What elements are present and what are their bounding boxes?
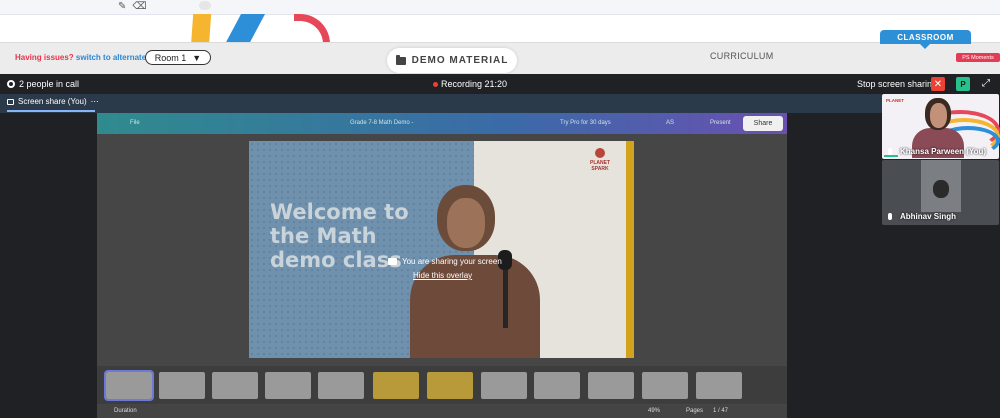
slide-thumbnail[interactable] <box>427 372 473 399</box>
slide-thumbnail[interactable] <box>373 372 419 399</box>
page-count: 1 / 47 <box>713 408 729 414</box>
demo-material-button[interactable]: DEMO MATERIAL <box>387 48 517 73</box>
screen-share-icon <box>388 258 397 265</box>
demo-material-label: DEMO MATERIAL <box>411 55 509 66</box>
canva-bottom-bar <box>97 405 787 418</box>
canva-share-button[interactable]: Share <box>743 116 783 131</box>
microphone-icon <box>888 148 892 155</box>
monitor-icon <box>7 98 14 105</box>
participant-name: Abhinav Singh <box>900 212 956 221</box>
slide-thumbnail[interactable] <box>696 372 742 399</box>
slide-thumbnail[interactable] <box>588 372 634 399</box>
slide-thumbnail[interactable] <box>481 372 527 399</box>
pages-button[interactable]: Pages <box>686 408 703 414</box>
room-select-value: Room 1 <box>154 52 187 63</box>
sharing-message-text: You are sharing your screen <box>402 257 502 266</box>
planet-logo-mark <box>595 148 605 158</box>
canva-avatars: AS <box>666 120 675 126</box>
screen-share-tabbar <box>0 94 882 113</box>
curriculum-tab[interactable]: CURRICULUM <box>710 51 774 61</box>
canva-try-pro[interactable]: Try Pro for 30 days <box>560 120 611 126</box>
canva-file-menu[interactable]: File <box>130 120 140 126</box>
sharing-overlay-message: You are sharing your screen <box>388 257 502 266</box>
canva-doc-title[interactable]: Grade 7-8 Math Demo - <box>350 120 413 126</box>
participant-video-head <box>933 180 949 198</box>
participant-name: Khansa Parween (You) <box>900 147 987 156</box>
logo-line-2: SPARK <box>591 166 609 172</box>
toggle-switch[interactable] <box>199 1 211 10</box>
expand-icon[interactable]: ⤢ <box>982 78 990 89</box>
record-dot-icon <box>433 81 438 87</box>
recording-label: Recording 21:20 <box>441 79 508 89</box>
zoom-level: 49% <box>648 408 661 414</box>
stop-sharing-button[interactable]: ✕ <box>931 77 945 91</box>
slide-thumbnail[interactable] <box>212 372 258 399</box>
duration-label[interactable]: Duration <box>114 408 137 414</box>
canva-present-button[interactable]: Present <box>710 120 731 126</box>
people-in-call[interactable]: 2 people in call <box>7 79 79 89</box>
slide-thumbnail[interactable] <box>534 372 580 399</box>
top-toolbar-strip <box>0 0 1000 15</box>
hide-overlay-link[interactable]: Hide this overlay <box>413 271 472 280</box>
stop-screen-sharing-label: Stop screen sharing <box>857 79 938 89</box>
planet-spark-logo: PLANET SPARK <box>588 148 612 172</box>
chevron-down-icon: ▼ <box>192 52 202 63</box>
classroom-tab[interactable]: CLASSROOM <box>880 30 971 49</box>
slide-thumbnail[interactable] <box>642 372 688 399</box>
speaking-indicator <box>884 155 898 157</box>
slide-thumbnail[interactable] <box>318 372 364 399</box>
people-count-label: 2 people in call <box>19 79 80 89</box>
room-select[interactable]: Room 1 ▼ <box>145 50 211 65</box>
gear-icon <box>7 80 15 88</box>
folder-icon <box>395 54 406 65</box>
slide-thumbnail[interactable] <box>265 372 311 399</box>
ps-moments-button[interactable]: PS Moments <box>956 53 1000 62</box>
canva-toolbar <box>97 113 787 134</box>
tile-logo: PLANET <box>886 98 904 103</box>
presenter-face <box>447 198 485 248</box>
top-tool-icons: ✎ ⌫ <box>118 1 147 12</box>
ps-moments-label: PS Moments <box>962 54 994 61</box>
microphone-icon <box>888 213 892 220</box>
more-options-icon[interactable]: ⋯ <box>91 97 99 106</box>
recording-indicator: Recording 21:20 <box>433 79 507 89</box>
issues-text: Having issues? <box>15 53 74 62</box>
slide-accent-bar <box>626 141 634 358</box>
eraser-icon[interactable]: ⌫ <box>132 1 146 12</box>
participant-p-button[interactable]: P <box>956 77 970 91</box>
slide-thumbnail[interactable] <box>104 370 154 401</box>
mic-stand <box>503 268 508 328</box>
participant-video-face <box>930 103 947 128</box>
tab-screen-share[interactable]: Screen share (You) ⋯ <box>7 97 99 106</box>
tab-screen-share-label: Screen share (You) <box>18 97 87 106</box>
pencil-icon[interactable]: ✎ <box>118 1 126 12</box>
slide-thumbnail[interactable] <box>159 372 205 399</box>
active-tab-underline <box>7 110 95 112</box>
